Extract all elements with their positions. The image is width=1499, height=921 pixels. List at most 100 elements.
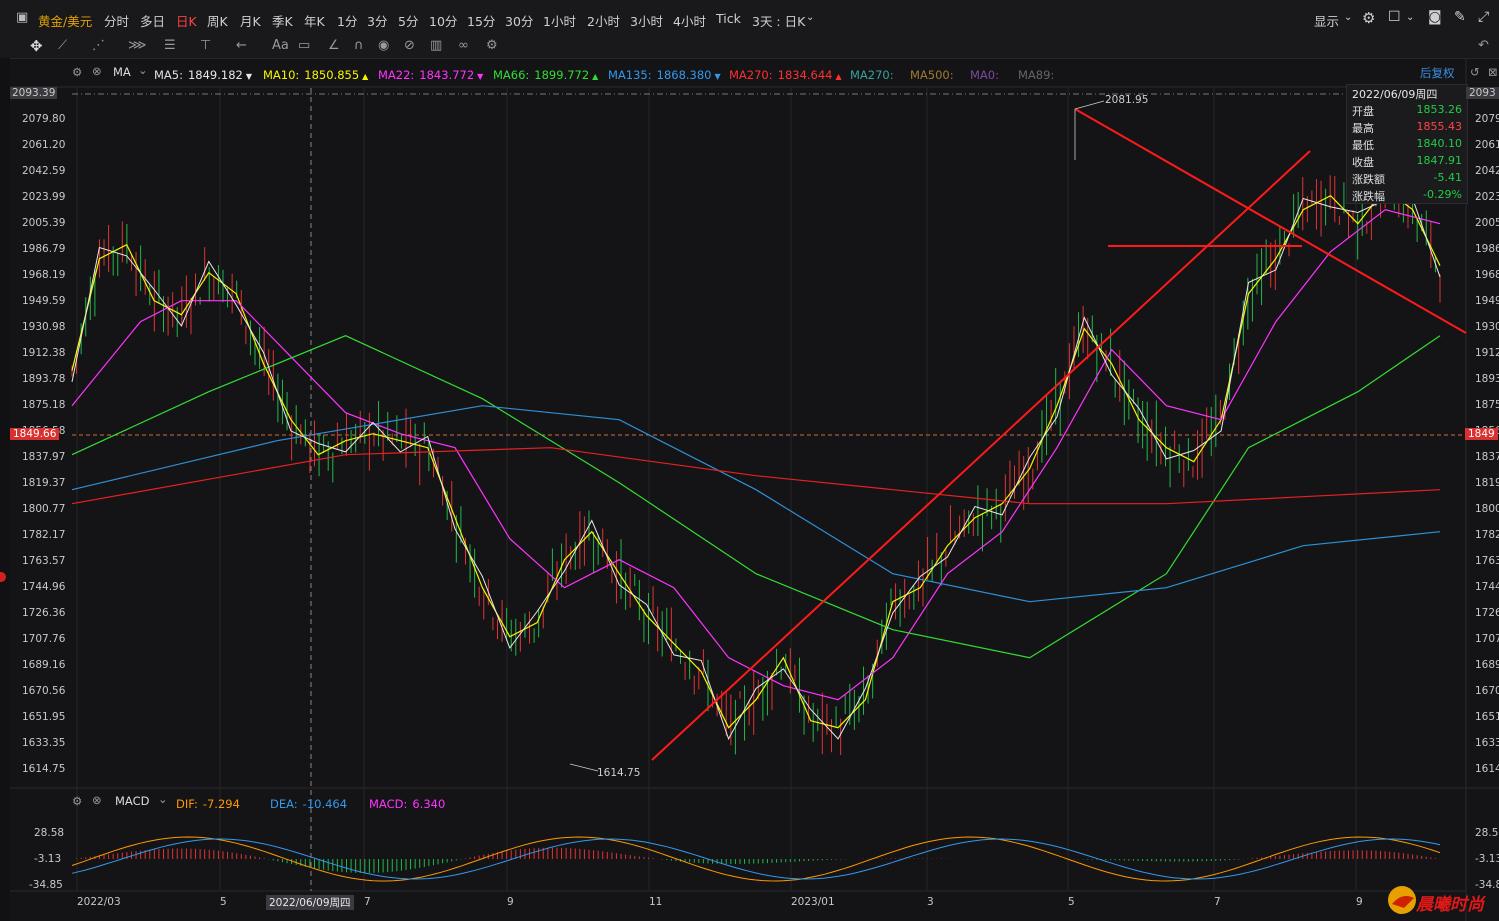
adjust-button[interactable]: 后复权 xyxy=(1420,65,1455,81)
price-axis-label: 1875.18 xyxy=(22,399,66,411)
tooltip-row: 最低 1840.10 xyxy=(1352,137,1464,153)
price-axis-right-label: 2005 xyxy=(1475,217,1499,229)
price-axis-right-label: 1893 xyxy=(1475,373,1499,385)
macd-name[interactable]: MACD xyxy=(115,794,149,808)
gear-icon[interactable]: ⚙ xyxy=(72,794,82,808)
ma-value: 1850.855 xyxy=(304,68,360,82)
macd-value: 6.340 xyxy=(412,797,446,811)
chevron-down-icon[interactable]: ⌄ xyxy=(138,63,148,77)
ma-line xyxy=(71,447,1441,505)
brand-text: 晨曦时尚 xyxy=(1416,895,1484,915)
price-axis-label: 1707.76 xyxy=(22,633,66,645)
time-axis-label: 9 xyxy=(507,896,514,908)
price-axis-right-label: 1633 xyxy=(1475,737,1499,749)
price-axis-label: 1744.96 xyxy=(22,581,66,593)
price-axis-label: 2061.20 xyxy=(22,139,66,151)
ma-label: MA22: xyxy=(378,68,415,82)
macd-legend-item: DEA: -10.464 xyxy=(270,797,347,811)
price-axis-label: 2042.59 xyxy=(22,165,66,177)
ma-label: MA5: xyxy=(154,68,183,82)
price-axis-label: 1912.38 xyxy=(22,347,66,359)
trend-arrow-icon: ▼ xyxy=(245,72,253,81)
ma-label: MA270: xyxy=(729,68,773,82)
tooltip-key: 开盘 xyxy=(1352,105,1374,118)
macd-value: -10.464 xyxy=(302,797,348,811)
ma-legend-item: MA66: 1899.772 ▲ xyxy=(493,68,598,82)
trend-arrow-icon: ▲ xyxy=(362,72,369,81)
tooltip-value: 1853.26 xyxy=(1416,103,1463,116)
indicator-name[interactable]: MA xyxy=(113,65,131,79)
price-axis-right-label: 1726 xyxy=(1475,607,1499,619)
ma-legend-item: MA270: 1834.644 ▲ xyxy=(729,68,842,82)
macd-label: DIF: xyxy=(176,797,198,811)
macd-dea-line xyxy=(71,838,1441,880)
tooltip-key: 涨跌额 xyxy=(1352,173,1385,186)
tooltip-value: -0.29% xyxy=(1423,188,1462,201)
price-axis-label: 1633.35 xyxy=(22,737,66,749)
price-axis-right-label: 1968 xyxy=(1475,269,1499,281)
price-axis-label: 2005.39 xyxy=(22,217,66,229)
trend-arrow-icon: ▲ xyxy=(835,72,842,81)
price-axis-right-label: 1819 xyxy=(1475,477,1499,489)
ma-legend-item: MA10: 1850.855 ▲ xyxy=(263,68,368,82)
tooltip-row: 涨跌幅 -0.29% xyxy=(1352,188,1464,204)
tooltip-value: 1840.10 xyxy=(1416,137,1463,150)
low-marker-label: 1614.75 xyxy=(597,767,641,779)
price-axis-right-label: 1707 xyxy=(1475,633,1499,645)
price-axis-right-label: 1800 xyxy=(1475,503,1499,515)
close-icon[interactable]: ⊗ xyxy=(92,64,102,78)
time-axis-label: 2022/03 xyxy=(77,896,121,908)
price-axis-right-label: 1949 xyxy=(1475,295,1499,307)
ohlc-tooltip: 2022/06/09周四 开盘 1853.26 最高 1855.43 最低 1840.10… xyxy=(1346,84,1468,204)
tooltip-row: 涨跌额 -5.41 xyxy=(1352,171,1464,187)
ma-value: 1899.772 xyxy=(534,68,590,82)
ma-legend-item: MA0: xyxy=(970,68,999,82)
ma-label: MA270: xyxy=(850,68,894,82)
tooltip-row: 收盘 1847.91 xyxy=(1352,154,1464,170)
high-marker-label: 2081.95 xyxy=(1105,94,1149,106)
gear-icon[interactable]: ⚙ xyxy=(72,65,82,79)
tooltip-date: 2022/06/09周四 xyxy=(1352,88,1438,101)
ma-line xyxy=(71,209,1441,701)
macd-axis-right-label: 28.58 xyxy=(1475,827,1499,839)
ma-label: MA89: xyxy=(1018,68,1055,82)
price-axis-right-label: 1875 xyxy=(1475,399,1499,411)
price-axis-right-label: 1912 xyxy=(1475,347,1499,359)
macd-axis-right-label: -3.13 xyxy=(1475,853,1499,865)
ma-legend-item: MA500: xyxy=(910,68,954,82)
time-axis-label: 7 xyxy=(1214,896,1221,908)
price-axis-label: 1949.59 xyxy=(22,295,66,307)
tooltip-value: 1855.43 xyxy=(1416,120,1463,133)
price-axis-label: 1968.19 xyxy=(22,269,66,281)
price-axis-right-label: 2061 xyxy=(1475,139,1499,151)
price-axis-label: 1782.17 xyxy=(22,529,66,541)
price-axis-right-label: 1651 xyxy=(1475,711,1499,723)
tooltip-key: 收盘 xyxy=(1352,156,1374,169)
price-axis-right-label: 1614 xyxy=(1475,763,1499,775)
tooltip-row: 开盘 1853.26 xyxy=(1352,103,1464,119)
macd-legend-item: MACD: 6.340 xyxy=(369,797,445,811)
ma-value: 1868.380 xyxy=(656,68,712,82)
time-axis-label: 11 xyxy=(649,896,663,908)
price-axis-right-label: 1837 xyxy=(1475,451,1499,463)
price-axis-right-label: 1744 xyxy=(1475,581,1499,593)
ma-legend-item: MA22: 1843.772 ▼ xyxy=(378,68,483,82)
price-axis-label: 2023.99 xyxy=(22,191,66,203)
time-axis-label: 5 xyxy=(1068,896,1075,908)
close-icon[interactable]: ⊠ xyxy=(1488,65,1498,79)
price-axis-right-label: 2079 xyxy=(1475,113,1499,125)
brand-logo: 晨曦时尚 xyxy=(1386,884,1496,916)
trend-arrow-icon: ▼ xyxy=(477,72,484,81)
price-axis-label: 1670.56 xyxy=(22,685,66,697)
macd-axis-label: 28.58 xyxy=(34,827,65,839)
ma-legend-item: MA135: 1868.380 ▼ xyxy=(608,68,721,82)
time-axis-label: 3 xyxy=(927,896,934,908)
macd-value: -7.294 xyxy=(202,797,240,811)
trend-arrow-icon: ▲ xyxy=(592,72,599,81)
ma-label: MA10: xyxy=(263,68,300,82)
chevron-down-icon[interactable]: ⌄ xyxy=(158,792,168,806)
close-icon[interactable]: ⊗ xyxy=(92,793,102,807)
price-chart-svg[interactable] xyxy=(0,0,1499,921)
time-axis-label: 5 xyxy=(220,896,227,908)
reset-icon[interactable]: ↺ xyxy=(1470,65,1480,79)
